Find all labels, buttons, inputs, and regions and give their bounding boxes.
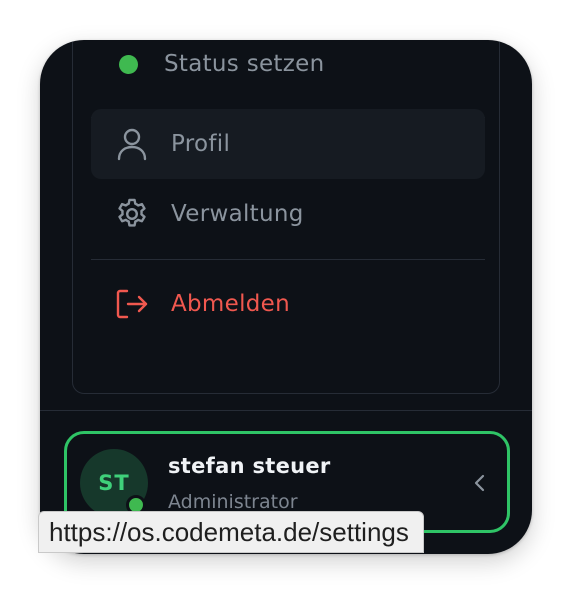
status-dot-icon bbox=[119, 54, 138, 74]
menu-item-label: Profil bbox=[171, 131, 231, 157]
chevron-left-icon bbox=[474, 474, 485, 492]
user-icon bbox=[113, 125, 151, 163]
user-role: Administrator bbox=[168, 491, 298, 513]
menu-item-profile[interactable]: Profil bbox=[91, 109, 485, 179]
menu-item-logout[interactable]: Abmelden bbox=[91, 269, 485, 339]
link-url-tooltip: https://os.codemeta.de/settings bbox=[38, 511, 424, 553]
link-url-text: https://os.codemeta.de/settings bbox=[49, 516, 409, 547]
panel-divider bbox=[40, 410, 532, 411]
gear-icon bbox=[113, 195, 151, 233]
avatar-initials: ST bbox=[98, 471, 130, 495]
account-dropdown-menu: Status setzen Profil Verwaltung Abmelden bbox=[72, 40, 500, 394]
menu-item-set-status[interactable]: Status setzen bbox=[91, 40, 485, 99]
menu-item-administration[interactable]: Verwaltung bbox=[91, 179, 485, 249]
account-menu-panel: Status setzen Profil Verwaltung Abmelden… bbox=[40, 40, 532, 554]
menu-item-label: Status setzen bbox=[164, 51, 325, 77]
logout-icon bbox=[113, 285, 151, 323]
menu-divider bbox=[91, 259, 485, 260]
user-name: stefan steuer bbox=[168, 454, 331, 478]
menu-item-label: Abmelden bbox=[171, 291, 291, 317]
menu-item-label: Verwaltung bbox=[171, 201, 304, 227]
